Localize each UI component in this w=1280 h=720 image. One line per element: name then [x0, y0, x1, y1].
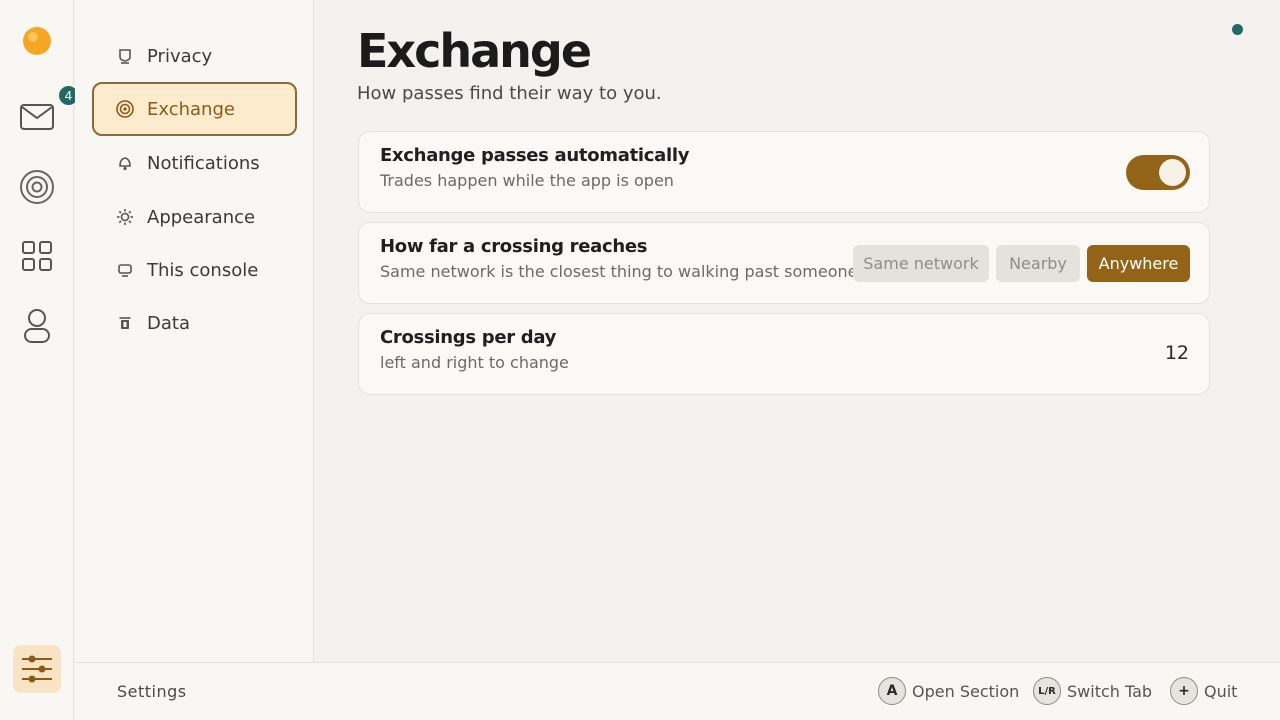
footer-label: Settings — [117, 682, 187, 701]
sliders-icon — [22, 655, 52, 683]
page-subtitle: How passes find their way to you. — [357, 83, 662, 104]
icon-rail: 4 — [0, 0, 80, 720]
hint-quit[interactable]: + Quit — [1170, 677, 1237, 705]
target-rail-icon[interactable] — [17, 167, 57, 207]
hint-label: Switch Tab — [1067, 681, 1153, 701]
nav-item-label: Exchange — [147, 98, 235, 120]
nav-item-this-console[interactable]: This console — [92, 243, 297, 297]
mail-icon[interactable] — [17, 97, 57, 137]
a-button-icon: A — [878, 677, 906, 705]
page-title: Exchange — [357, 24, 592, 78]
user-icon[interactable] — [17, 306, 57, 346]
nav-item-label: This console — [147, 259, 259, 281]
reach-option-same-network[interactable]: Same network — [853, 245, 989, 282]
setting-description: Same network is the closest thing to wal… — [380, 262, 858, 281]
hint-label: Open Section — [912, 681, 1020, 701]
bell-icon — [116, 154, 134, 172]
setting-card-crossing-reach[interactable]: How far a crossing reaches Same network … — [358, 222, 1210, 304]
setting-description: Trades happen while the app is open — [380, 171, 674, 190]
sun-icon — [116, 208, 134, 226]
nav-item-label: Privacy — [147, 45, 213, 67]
setting-card-auto-exchange[interactable]: Exchange passes automatically Trades hap… — [358, 131, 1210, 213]
section-nav: Privacy Exchange Notifications Appearanc… — [75, 0, 314, 662]
nav-item-data[interactable]: Data — [92, 296, 297, 350]
nav-item-label: Appearance — [147, 206, 256, 228]
hint-label: Quit — [1204, 681, 1238, 701]
nav-item-label: Notifications — [147, 152, 260, 174]
auto-exchange-toggle[interactable] — [1126, 155, 1190, 190]
setting-title: Exchange passes automatically — [380, 145, 690, 166]
shield-icon — [116, 47, 134, 65]
target-icon — [116, 100, 134, 118]
reach-option-nearby[interactable]: Nearby — [996, 245, 1080, 282]
settings-rail-button[interactable] — [13, 645, 61, 693]
reach-option-anywhere[interactable]: Anywhere — [1087, 245, 1190, 282]
lr-button-icon: L/R — [1033, 677, 1061, 705]
toggle-knob — [1159, 159, 1186, 186]
sun-logo-icon — [17, 21, 57, 61]
hint-open-section[interactable]: A Open Section — [878, 677, 1019, 705]
crossings-per-day-value[interactable]: 12 — [1165, 342, 1189, 364]
monitor-icon — [116, 261, 134, 279]
plus-button-icon: + — [1170, 677, 1198, 705]
setting-description: left and right to change — [380, 353, 569, 372]
nav-item-privacy[interactable]: Privacy — [92, 29, 297, 83]
nav-item-appearance[interactable]: Appearance — [92, 190, 297, 244]
setting-title: How far a crossing reaches — [380, 236, 648, 257]
setting-title: Crossings per day — [380, 327, 557, 348]
status-dot — [1232, 24, 1243, 35]
hint-switch-tab[interactable]: L/R Switch Tab — [1033, 677, 1152, 705]
trash-icon — [116, 314, 134, 332]
nav-item-label: Data — [147, 312, 190, 334]
grid-icon[interactable] — [17, 236, 57, 276]
footer-bar: Settings A Open Section L/R Switch Tab +… — [75, 662, 1280, 720]
content-pane: Exchange How passes find their way to yo… — [315, 0, 1280, 662]
nav-item-exchange[interactable]: Exchange — [92, 82, 297, 136]
nav-item-notifications[interactable]: Notifications — [92, 136, 297, 190]
setting-card-crossings-per-day[interactable]: Crossings per day left and right to chan… — [358, 313, 1210, 395]
